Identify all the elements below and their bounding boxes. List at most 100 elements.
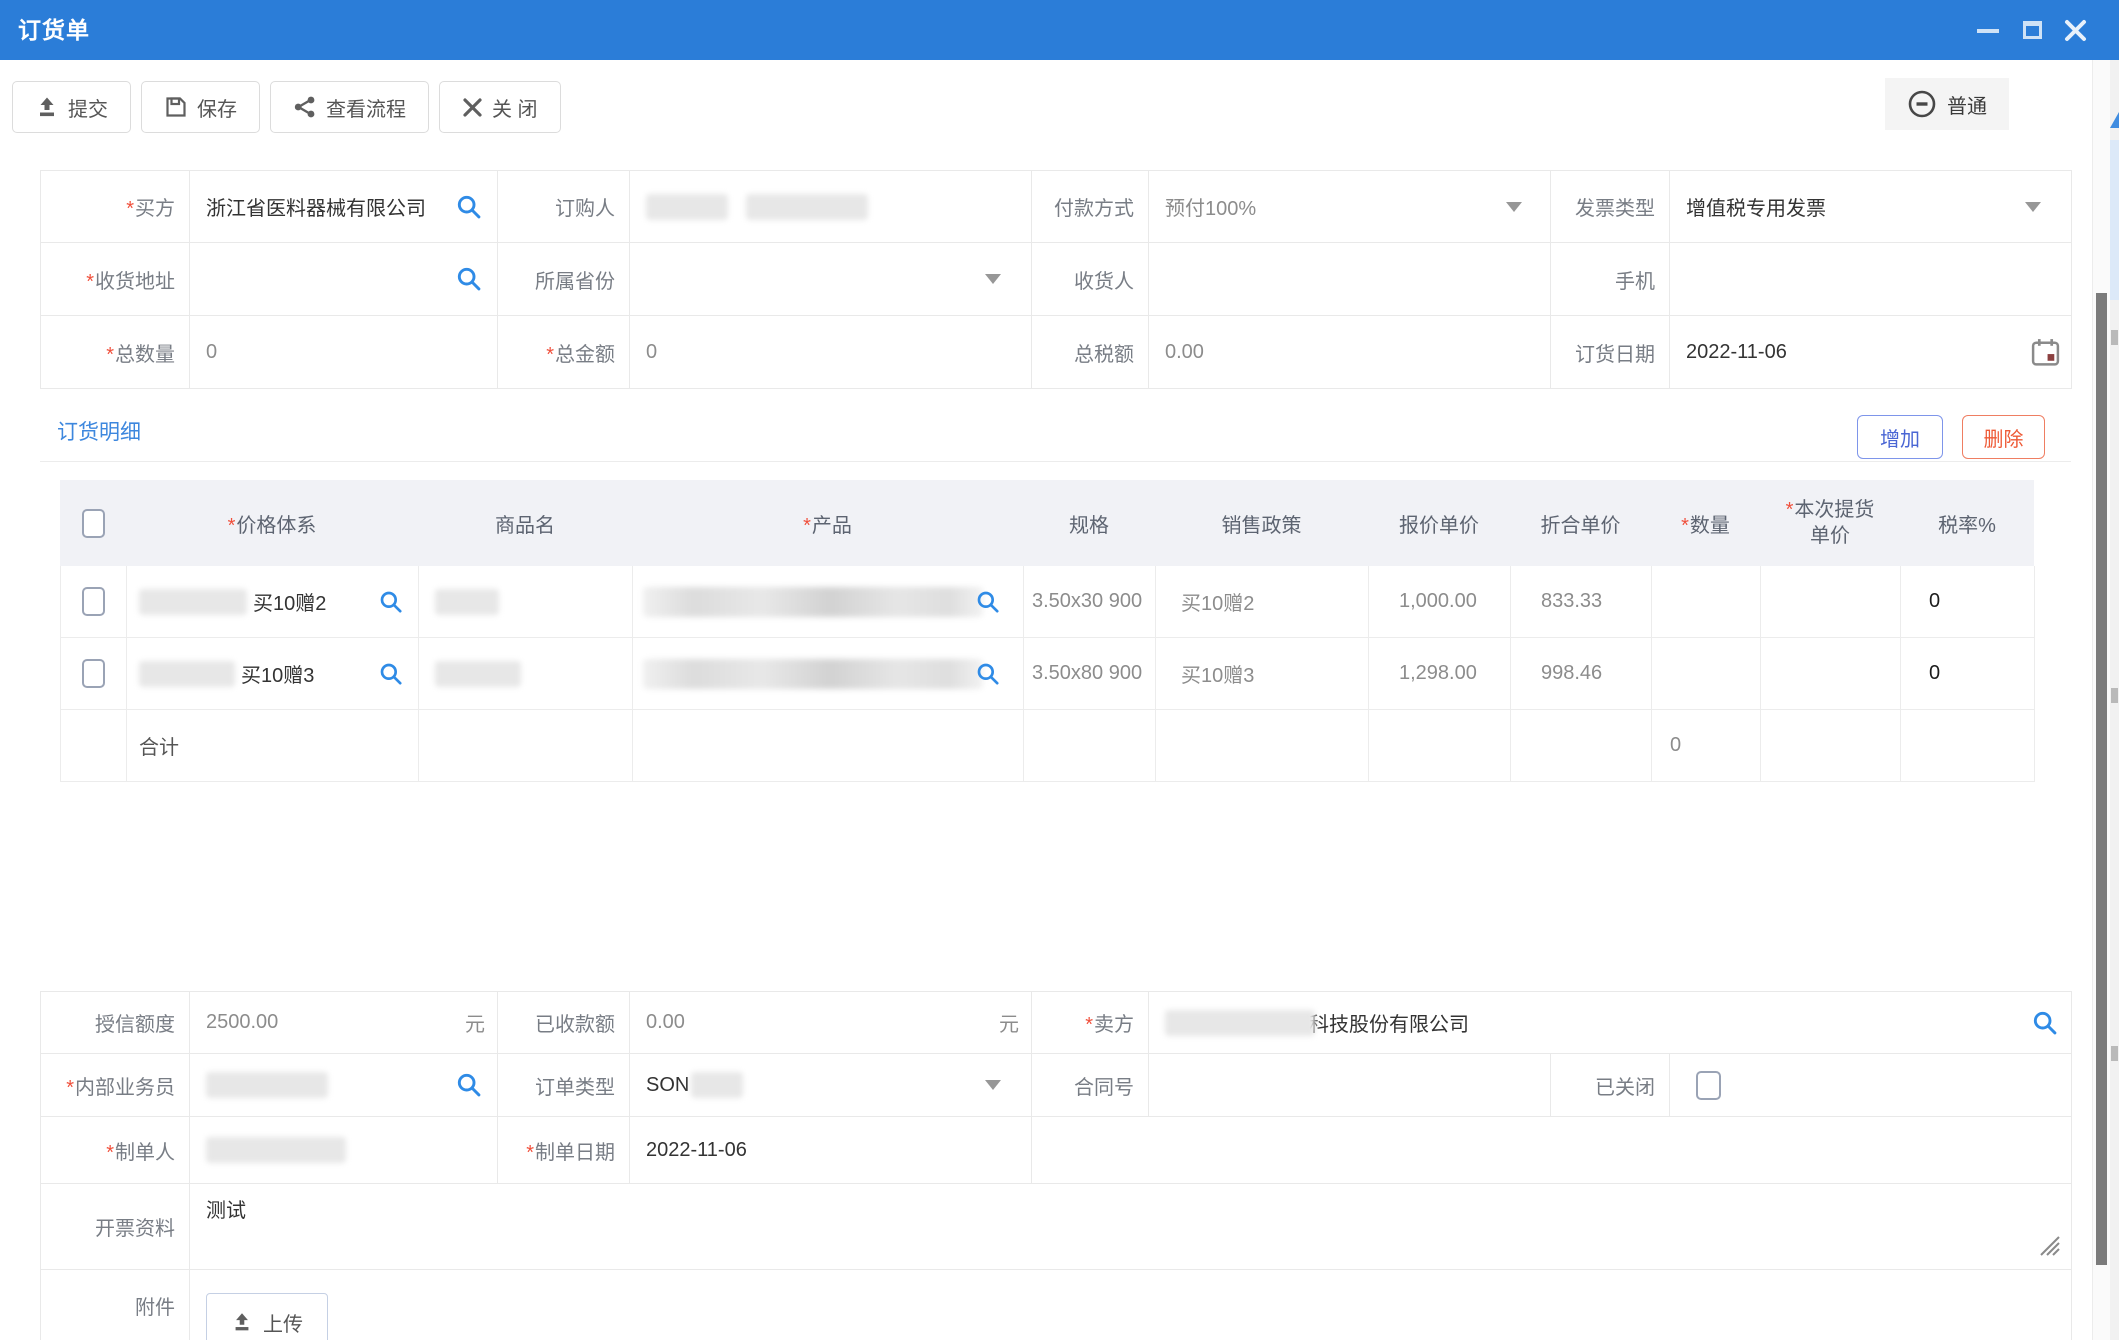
- footer-form: 授信额度 2500.00元 已收款额 0.00元 卖方 科技股份有限公司 内部业…: [40, 991, 2072, 1340]
- invoice-info-textarea[interactable]: 测试: [190, 1184, 2072, 1270]
- closed-checkbox[interactable]: [1696, 1071, 1721, 1100]
- redacted-text: [646, 194, 728, 220]
- row-checkbox[interactable]: [82, 659, 105, 688]
- attachment-label: 附件: [135, 1291, 175, 1320]
- save-icon: [164, 95, 188, 119]
- invoice-type-select[interactable]: 增值税专用发票: [1670, 171, 2072, 243]
- province-select[interactable]: [630, 243, 1032, 316]
- search-icon[interactable]: [378, 589, 404, 615]
- orderer-field[interactable]: [630, 171, 1032, 243]
- save-button[interactable]: 保存: [141, 81, 260, 133]
- search-icon[interactable]: [2031, 1009, 2059, 1037]
- dropdown-arrow-icon: [2025, 202, 2041, 212]
- credit-limit-value: 2500.00元: [190, 992, 498, 1054]
- search-icon[interactable]: [455, 265, 483, 293]
- save-label: 保存: [197, 93, 237, 122]
- spec-cell: 3.50x30 900: [1024, 566, 1156, 638]
- qty-cell[interactable]: [1652, 566, 1761, 638]
- contract-no-field[interactable]: [1149, 1054, 1551, 1117]
- spec-cell: 3.50x80 900: [1024, 638, 1156, 710]
- search-icon[interactable]: [975, 589, 1001, 615]
- close-window-icon[interactable]: [2064, 19, 2087, 42]
- maximize-icon[interactable]: [2023, 21, 2042, 39]
- search-icon[interactable]: [975, 661, 1001, 687]
- minimize-icon[interactable]: [1977, 29, 1999, 33]
- qty-cell[interactable]: [1652, 638, 1761, 710]
- invoice-type-value: 增值税专用发票: [1686, 192, 1826, 221]
- select-all-checkbox[interactable]: [82, 509, 105, 538]
- toolbar: 提交 保存 查看流程 关 闭: [12, 81, 561, 133]
- col-converted-price: 折合单价: [1541, 509, 1621, 538]
- search-icon[interactable]: [455, 193, 483, 221]
- minus-circle-icon: [1907, 89, 1937, 119]
- ship-address-field[interactable]: [190, 243, 498, 316]
- policy-cell: 买10赠3: [1156, 638, 1369, 710]
- upload-label: 上传: [263, 1308, 303, 1337]
- add-row-button[interactable]: 增加: [1857, 415, 1943, 459]
- seller-field[interactable]: 科技股份有限公司: [1149, 992, 2072, 1054]
- price-system-cell[interactable]: 买10赠2: [127, 566, 419, 638]
- col-pickup-price: 本次提货单价: [1784, 497, 1876, 549]
- unit-label: 元: [465, 1008, 497, 1037]
- mobile-field[interactable]: [1670, 243, 2072, 316]
- order-date-field[interactable]: 2022-11-06: [1670, 316, 2072, 389]
- product-cell[interactable]: [633, 638, 1024, 710]
- upload-button[interactable]: 上传: [206, 1293, 328, 1340]
- resize-handle-icon[interactable]: [2035, 1231, 2061, 1257]
- payment-label: 付款方式: [1054, 192, 1134, 221]
- order-date-value: 2022-11-06: [1686, 341, 1787, 364]
- priority-selector[interactable]: 普通: [1885, 78, 2009, 130]
- pickup-price-cell[interactable]: [1761, 566, 1901, 638]
- maker-label: 制单人: [106, 1136, 175, 1165]
- scrollbar-thumb[interactable]: [2096, 293, 2107, 1265]
- row-checkbox[interactable]: [82, 587, 105, 616]
- receiver-field[interactable]: [1149, 243, 1551, 316]
- buyer-value: 浙江省医料器械有限公司: [206, 192, 426, 221]
- order-type-label: 订单类型: [535, 1071, 615, 1100]
- closed-checkbox-cell: [1670, 1054, 2072, 1117]
- quote-price-cell: 1,000.00: [1369, 566, 1511, 638]
- close-form-button[interactable]: 关 闭: [439, 81, 561, 133]
- redacted-text: [643, 659, 983, 689]
- buyer-field[interactable]: 浙江省医料器械有限公司: [190, 171, 498, 243]
- contract-no-label: 合同号: [1074, 1071, 1134, 1100]
- order-type-select[interactable]: SON: [630, 1054, 1032, 1117]
- pickup-price-cell[interactable]: [1761, 638, 1901, 710]
- total-tax-label: 总税额: [1074, 338, 1134, 367]
- redacted-text: [139, 589, 247, 615]
- dropdown-arrow-icon: [1506, 202, 1522, 212]
- payment-select[interactable]: 预付100%: [1149, 171, 1551, 243]
- price-system-cell[interactable]: 买10赠3: [127, 638, 419, 710]
- price-system-value: 买10赠3: [241, 659, 314, 688]
- col-tax-rate: 税率%: [1938, 509, 1996, 538]
- maker-field[interactable]: [190, 1117, 498, 1184]
- background-glyph: [2111, 1046, 2118, 1061]
- search-icon[interactable]: [455, 1071, 483, 1099]
- product-name-cell[interactable]: [419, 566, 633, 638]
- make-date-field[interactable]: 2022-11-06: [630, 1117, 1032, 1184]
- search-icon[interactable]: [378, 661, 404, 687]
- converted-price-cell: 833.33: [1511, 566, 1652, 638]
- col-policy: 销售政策: [1222, 509, 1302, 538]
- table-row-checkbox-cell: [61, 638, 127, 710]
- dropdown-arrow-icon: [985, 1080, 1001, 1090]
- delete-row-button[interactable]: 删除: [1962, 415, 2045, 459]
- title-bar: 订货单: [0, 0, 2119, 60]
- col-quote-price: 报价单价: [1399, 509, 1479, 538]
- product-name-cell[interactable]: [419, 638, 633, 710]
- invoice-info-value: 测试: [206, 1184, 246, 1223]
- background-glyph: [2111, 688, 2118, 703]
- share-icon: [293, 95, 317, 119]
- redacted-text: [435, 589, 499, 615]
- province-label: 所属省份: [535, 265, 615, 294]
- invoice-type-label: 发票类型: [1575, 192, 1655, 221]
- col-product: 产品: [803, 515, 852, 537]
- salesman-field[interactable]: [190, 1054, 498, 1117]
- total-amount-label: 总金额: [546, 338, 615, 367]
- ship-address-label: 收货地址: [86, 265, 175, 294]
- submit-button[interactable]: 提交: [12, 81, 131, 133]
- calendar-icon[interactable]: [2030, 337, 2061, 368]
- total-amount-value: 0: [630, 316, 1032, 389]
- view-flow-button[interactable]: 查看流程: [270, 81, 429, 133]
- product-cell[interactable]: [633, 566, 1024, 638]
